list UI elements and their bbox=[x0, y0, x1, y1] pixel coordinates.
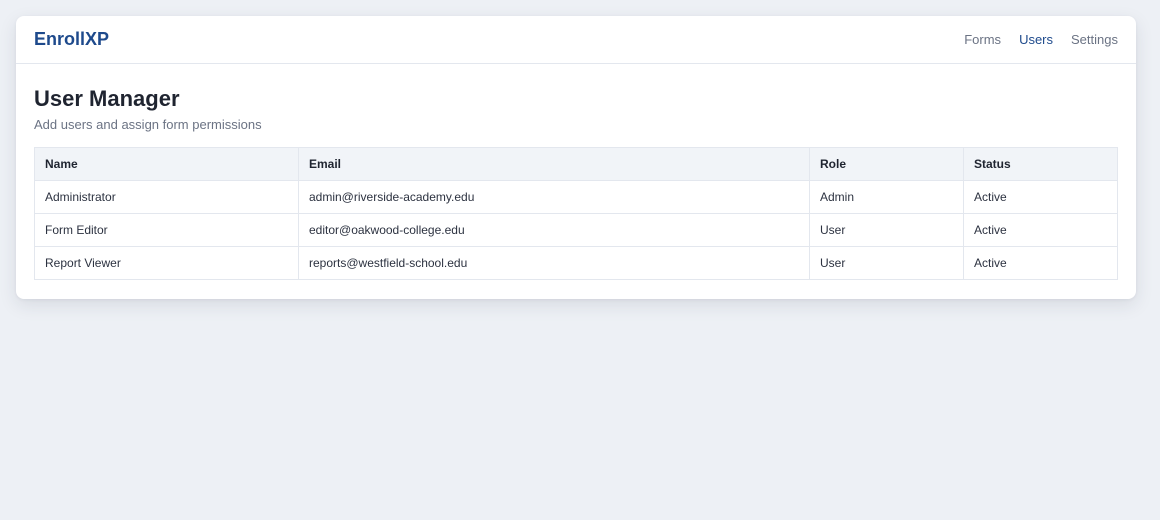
column-header-email[interactable]: Email bbox=[298, 147, 810, 181]
user-email-cell: reports@westfield-school.edu bbox=[298, 246, 810, 280]
user-role-cell: User bbox=[809, 213, 964, 247]
table-row[interactable]: Form Editor editor@oakwood-college.edu U… bbox=[34, 213, 1118, 247]
page-content: User Manager Add users and assign form p… bbox=[16, 64, 1136, 280]
user-name-cell: Form Editor bbox=[34, 213, 299, 247]
user-email-cell: admin@riverside-academy.edu bbox=[298, 180, 810, 214]
user-name-cell: Report Viewer bbox=[34, 246, 299, 280]
user-email-cell: editor@oakwood-college.edu bbox=[298, 213, 810, 247]
nav-link-settings[interactable]: Settings bbox=[1071, 32, 1118, 47]
table-row[interactable]: Report Viewer reports@westfield-school.e… bbox=[34, 246, 1118, 280]
main-card: EnrollXP Forms Users Settings User Manag… bbox=[16, 16, 1136, 299]
user-name-cell: Administrator bbox=[34, 180, 299, 214]
column-header-status[interactable]: Status bbox=[963, 147, 1118, 181]
user-role-cell: Admin bbox=[809, 180, 964, 214]
nav-link-forms[interactable]: Forms bbox=[964, 32, 1001, 47]
user-status-cell: Active bbox=[963, 213, 1118, 247]
brand-logo[interactable]: EnrollXP bbox=[34, 29, 109, 50]
users-table: Name Email Role Status Administrator adm… bbox=[34, 147, 1118, 280]
table-header-row: Name Email Role Status bbox=[34, 147, 1118, 181]
column-header-role[interactable]: Role bbox=[809, 147, 964, 181]
table-row[interactable]: Administrator admin@riverside-academy.ed… bbox=[34, 180, 1118, 214]
user-status-cell: Active bbox=[963, 180, 1118, 214]
top-navbar: EnrollXP Forms Users Settings bbox=[16, 16, 1136, 64]
main-nav: Forms Users Settings bbox=[964, 32, 1118, 47]
page-subtitle: Add users and assign form permissions bbox=[34, 117, 262, 132]
user-role-cell: User bbox=[809, 246, 964, 280]
page-title: User Manager bbox=[34, 86, 180, 111]
nav-link-users[interactable]: Users bbox=[1019, 32, 1053, 47]
column-header-name[interactable]: Name bbox=[34, 147, 299, 181]
user-status-cell: Active bbox=[963, 246, 1118, 280]
users-table-body: Administrator admin@riverside-academy.ed… bbox=[34, 180, 1118, 280]
users-table-header: Name Email Role Status bbox=[34, 147, 1118, 181]
